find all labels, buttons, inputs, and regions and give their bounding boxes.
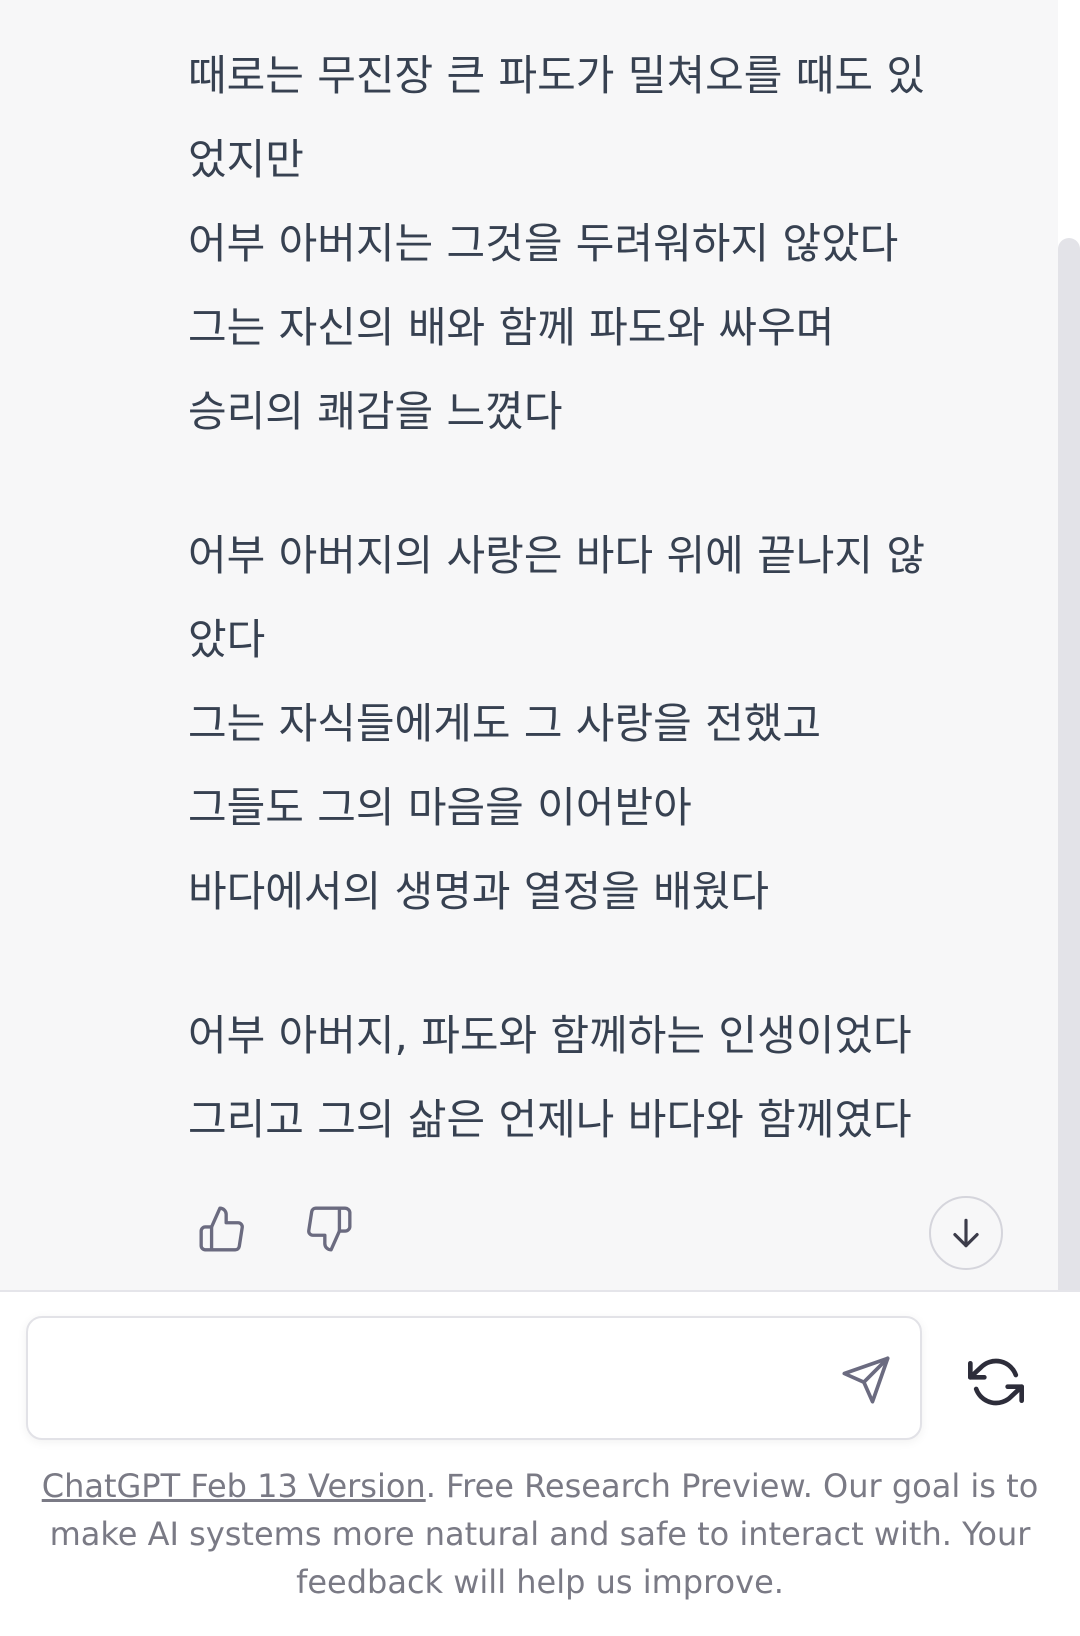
send-icon [842, 1356, 890, 1404]
message-composer[interactable] [26, 1316, 922, 1440]
message-line: 어부 아버지, 파도와 함께하는 인생이었다 [188, 1011, 912, 1060]
send-button[interactable] [834, 1348, 898, 1412]
thumbs-up-button[interactable] [195, 1202, 249, 1256]
thumbs-up-icon [199, 1206, 244, 1252]
message-stanza: 어부 아버지, 파도와 함께하는 인생이었다 그리고 그의 삶은 언제나 바다와… [188, 994, 998, 1162]
message-line: 어부 아버지의 사랑은 바다 위에 끝나지 않 [188, 531, 925, 580]
scrollbar-thumb[interactable] [1058, 238, 1080, 1290]
composer-divider [0, 1290, 1080, 1292]
message-stanza: 어부 아버지의 사랑은 바다 위에 끝나지 않 았다 그는 자식들에게도 그 사… [188, 514, 998, 934]
scroll-to-bottom-button[interactable] [929, 1196, 1003, 1270]
refresh-icon [968, 1358, 1024, 1406]
message-line: 승리의 쾌감을 느꼈다 [188, 387, 563, 436]
message-stanza: 때로는 무진장 큰 파도가 밀쳐오를 때도 있 었지만 어부 아버지는 그것을 … [188, 34, 998, 454]
message-line: 았다 [188, 615, 266, 664]
message-line: 었지만 [188, 135, 304, 184]
version-link[interactable]: ChatGPT Feb 13 Version [42, 1467, 426, 1505]
footer-disclaimer: ChatGPT Feb 13 Version. Free Research Pr… [30, 1462, 1050, 1606]
message-line: 그는 자식들에게도 그 사랑을 전했고 [188, 699, 822, 748]
message-line: 그리고 그의 삶은 언제나 바다와 함께였다 [188, 1095, 912, 1144]
message-line: 그는 자신의 배와 함께 파도와 싸우며 [188, 303, 835, 352]
message-line: 어부 아버지는 그것을 두려워하지 않았다 [188, 219, 899, 268]
regenerate-button[interactable] [964, 1350, 1028, 1414]
message-line: 바다에서의 생명과 열정을 배웠다 [188, 867, 770, 916]
message-input[interactable] [52, 1348, 816, 1410]
arrow-down-icon [953, 1218, 979, 1248]
message-line: 그들도 그의 마음을 이어받아 [188, 783, 692, 832]
thumbs-down-button[interactable] [302, 1202, 356, 1256]
thumbs-down-icon [307, 1206, 352, 1252]
assistant-message: 때로는 무진장 큰 파도가 밀쳐오를 때도 있 었지만 어부 아버지는 그것을 … [188, 34, 998, 1162]
message-line: 때로는 무진장 큰 파도가 밀쳐오를 때도 있 [188, 51, 925, 100]
